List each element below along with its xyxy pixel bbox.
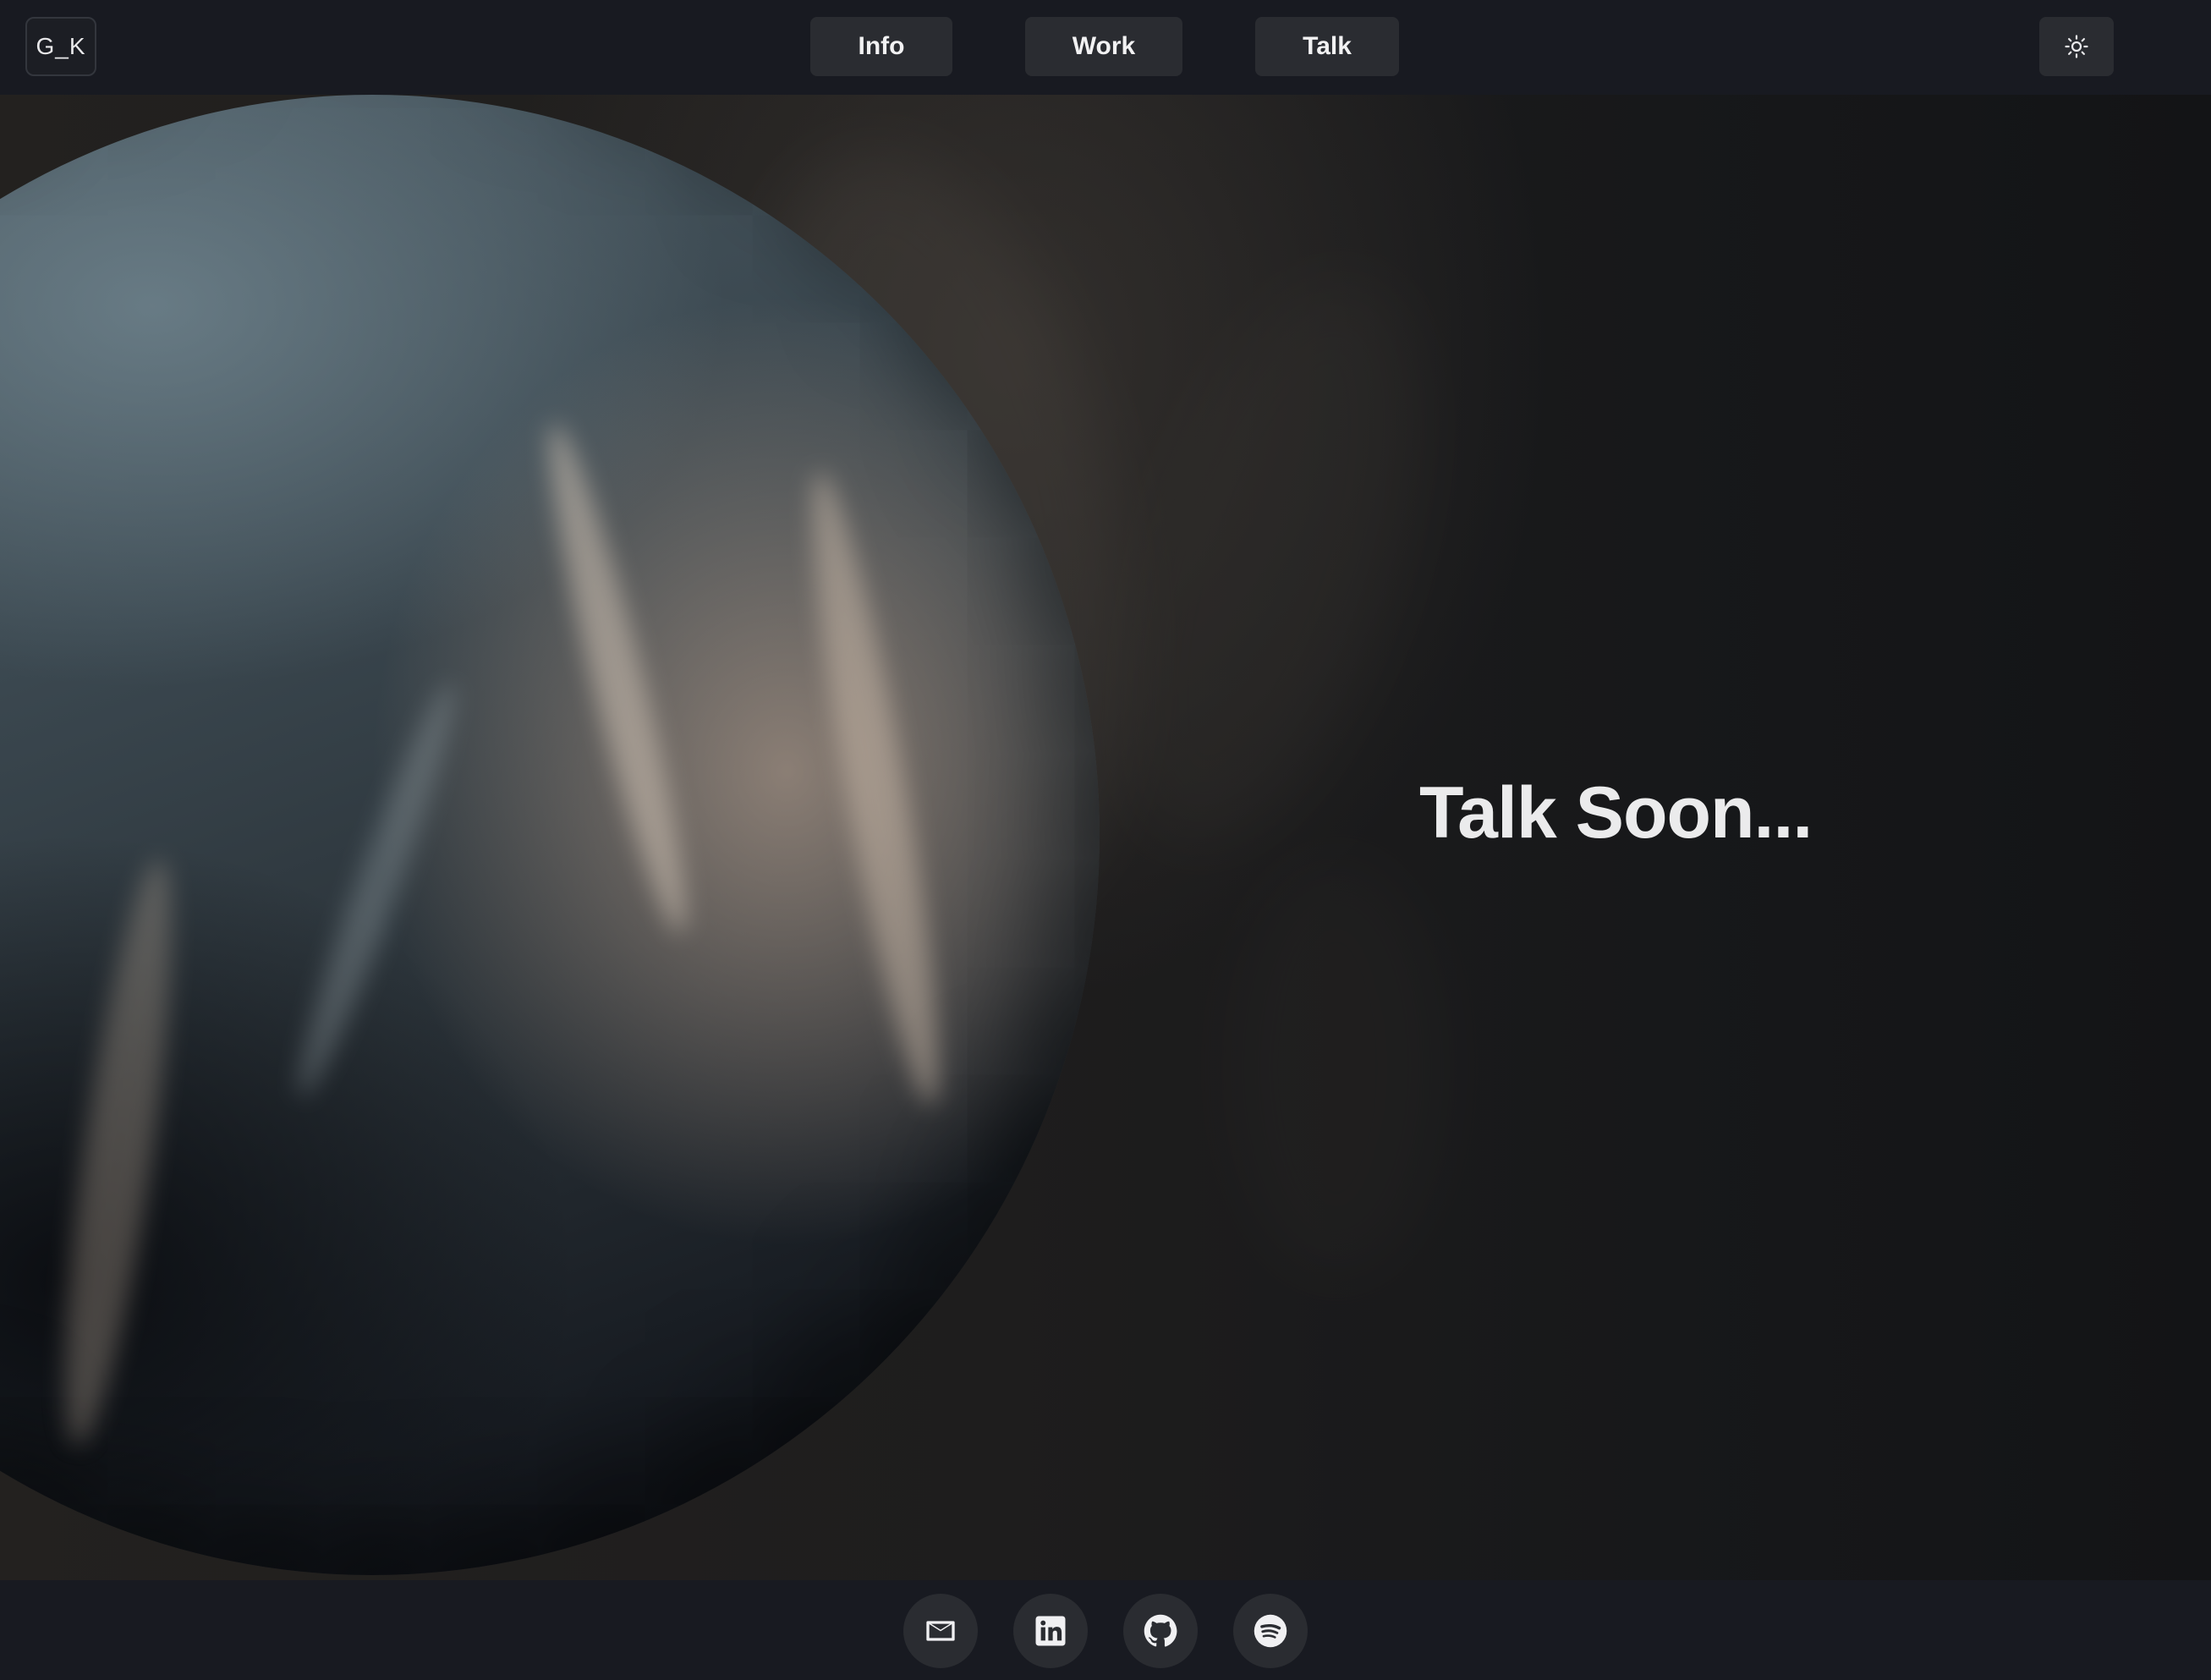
linkedin-icon <box>1035 1616 1066 1646</box>
sun-icon <box>2065 35 2088 58</box>
light-streak <box>529 417 706 940</box>
nav-work-button[interactable]: Work <box>1025 17 1182 76</box>
light-streak <box>281 676 472 1104</box>
hero-section: Talk Soon... <box>0 95 2211 1580</box>
linkedin-link[interactable] <box>1013 1594 1088 1668</box>
top-bar: G_K Info Work Talk <box>0 0 2211 95</box>
nav-info-button[interactable]: Info <box>810 17 952 76</box>
nav-talk-button[interactable]: Talk <box>1255 17 1399 76</box>
smoke-background <box>1226 856 1446 1279</box>
logo-button[interactable]: G_K <box>25 17 96 76</box>
spotify-link[interactable] <box>1233 1594 1308 1668</box>
github-link[interactable] <box>1123 1594 1198 1668</box>
spotify-icon <box>1254 1614 1287 1648</box>
email-link[interactable] <box>903 1594 978 1668</box>
footer <box>0 1580 2211 1680</box>
theme-toggle-button[interactable] <box>2039 17 2114 76</box>
light-streak <box>790 466 961 1111</box>
page-title: Talk Soon... <box>1419 772 1813 854</box>
page: G_K Info Work Talk Talk Soon... <box>0 0 2211 1680</box>
github-icon <box>1144 1614 1177 1647</box>
light-streak <box>43 854 194 1451</box>
mail-icon <box>926 1621 955 1641</box>
